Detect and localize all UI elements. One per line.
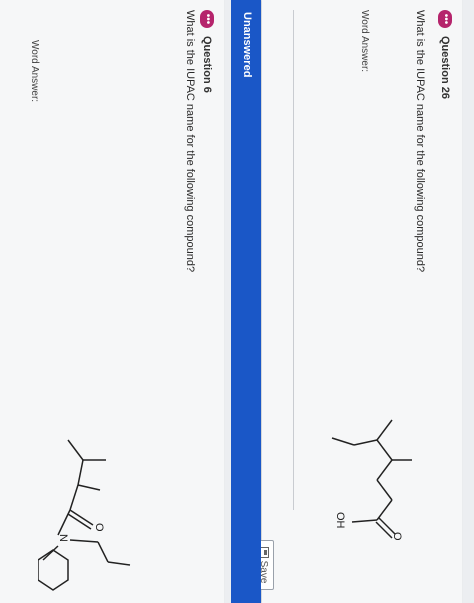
nitrogen-label: N xyxy=(57,534,69,542)
hydroxyl-label: OH xyxy=(334,512,346,529)
question-6-card: ••• Question 6 What is the IUPAC name fo… xyxy=(0,0,224,603)
question-header: ••• Question 26 xyxy=(436,10,454,99)
question-prompt: What is the IUPAC name for the following… xyxy=(414,10,426,273)
word-answer-label: Word Answer: xyxy=(359,10,370,73)
question-number: Question 6 xyxy=(201,36,213,93)
more-dots-icon[interactable]: ••• xyxy=(438,10,452,28)
word-answer-label: Word Answer: xyxy=(29,40,40,103)
page-stage: ••• Question 26 What is the IUPAC name f… xyxy=(0,0,474,603)
carbonyl-oxygen-label: O xyxy=(391,532,403,541)
compound-structure: O N xyxy=(33,430,218,595)
question-26-card: ••• Question 26 What is the IUPAC name f… xyxy=(254,0,462,603)
question-prompt: What is the IUPAC name for the following… xyxy=(184,10,196,273)
question-number: Question 26 xyxy=(439,36,451,99)
carbonyl-oxygen-label: O xyxy=(93,523,105,532)
more-dots-icon[interactable]: ••• xyxy=(200,10,214,28)
compound-structure: O OH xyxy=(262,410,432,550)
unanswered-status-bar: Unanswered xyxy=(231,0,261,603)
status-label: Unanswered xyxy=(241,12,253,78)
question-header: ••• Question 6 xyxy=(198,10,216,93)
